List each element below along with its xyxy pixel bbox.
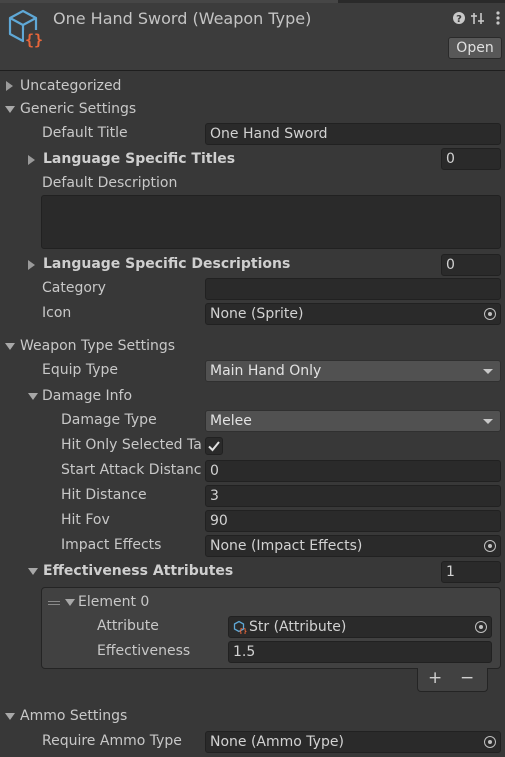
default-description-textarea[interactable] xyxy=(41,195,501,249)
hit-fov-label: Hit Fov xyxy=(61,512,110,528)
icon-object-value: None (Sprite) xyxy=(210,306,304,322)
section-uncategorized[interactable]: Uncategorized xyxy=(20,78,121,94)
svg-text:?: ? xyxy=(456,14,462,25)
language-specific-descriptions-label[interactable]: Language Specific Descriptions xyxy=(43,256,290,272)
category-label: Category xyxy=(42,280,106,296)
open-button[interactable]: Open xyxy=(448,37,502,59)
icon-label: Icon xyxy=(42,305,72,321)
equip-type-value: Main Hand Only xyxy=(210,363,322,379)
effectiveness-attributes-label[interactable]: Effectiveness Attributes xyxy=(43,563,233,579)
start-attack-distance-label: Start Attack Distanc xyxy=(61,462,202,478)
object-picker-icon[interactable] xyxy=(484,308,496,320)
hit-only-selected-checkbox[interactable] xyxy=(205,437,223,455)
effectiveness-label: Effectiveness xyxy=(97,643,191,659)
equip-type-dropdown[interactable]: Main Hand Only xyxy=(205,360,501,382)
impact-effects-label: Impact Effects xyxy=(61,537,162,553)
hit-distance-input[interactable]: 3 xyxy=(205,485,501,507)
object-picker-icon[interactable] xyxy=(484,736,496,748)
scriptable-object-icon: {} xyxy=(8,9,44,48)
impact-effects-object-field[interactable]: None (Impact Effects) xyxy=(205,535,501,557)
foldout-expanded-icon[interactable] xyxy=(5,343,15,350)
attribute-label: Attribute xyxy=(97,618,159,634)
kebab-menu-icon[interactable] xyxy=(496,11,500,25)
remove-element-button[interactable]: − xyxy=(460,668,474,688)
damage-type-value: Melee xyxy=(210,413,252,429)
chevron-down-icon xyxy=(483,369,493,374)
hit-fov-input[interactable]: 90 xyxy=(205,510,501,532)
foldout-collapsed-icon[interactable] xyxy=(28,260,35,270)
help-icon[interactable]: ? xyxy=(453,12,465,25)
default-title-label: Default Title xyxy=(42,125,128,141)
object-picker-icon[interactable] xyxy=(475,621,487,633)
foldout-expanded-icon[interactable] xyxy=(28,568,38,575)
chevron-down-icon xyxy=(483,419,493,424)
object-picker-icon[interactable] xyxy=(484,540,496,552)
hit-distance-label: Hit Distance xyxy=(61,487,147,503)
require-ammo-type-value: None (Ammo Type) xyxy=(210,734,344,750)
scriptable-object-icon: {} xyxy=(233,620,247,634)
require-ammo-type-label: Require Ammo Type xyxy=(42,733,182,749)
foldout-collapsed-icon[interactable] xyxy=(28,155,35,165)
foldout-expanded-icon[interactable] xyxy=(5,713,15,720)
impact-effects-value: None (Impact Effects) xyxy=(210,538,363,554)
category-input[interactable] xyxy=(205,278,501,300)
attribute-value: Str (Attribute) xyxy=(249,619,347,635)
foldout-collapsed-icon[interactable] xyxy=(6,81,13,91)
foldout-expanded-icon[interactable] xyxy=(5,106,15,113)
header-icons: ? xyxy=(453,11,500,25)
damage-type-label: Damage Type xyxy=(61,412,157,428)
drag-handle-icon[interactable] xyxy=(48,601,60,606)
effectiveness-attributes-size[interactable]: 1 xyxy=(441,561,501,583)
icon-object-field[interactable]: None (Sprite) xyxy=(205,303,501,325)
tab-strip xyxy=(0,0,505,3)
hit-only-selected-label: Hit Only Selected Ta xyxy=(61,437,202,453)
section-ammo-settings[interactable]: Ammo Settings xyxy=(20,708,127,724)
section-damage-info[interactable]: Damage Info xyxy=(42,388,132,404)
section-weapon-type-settings[interactable]: Weapon Type Settings xyxy=(20,338,175,354)
start-attack-distance-input[interactable]: 0 xyxy=(205,460,501,482)
effectiveness-input[interactable]: 1.5 xyxy=(228,641,492,663)
checkmark-icon xyxy=(208,441,220,452)
language-specific-titles-size[interactable]: 0 xyxy=(441,148,501,170)
add-element-button[interactable]: + xyxy=(428,668,442,688)
preset-icon[interactable] xyxy=(471,13,484,24)
inspector-title: One Hand Sword (Weapon Type) xyxy=(53,9,312,28)
require-ammo-type-object-field[interactable]: None (Ammo Type) xyxy=(205,731,501,753)
attribute-object-field[interactable]: Str (Attribute) xyxy=(228,616,492,638)
equip-type-label: Equip Type xyxy=(42,362,118,378)
foldout-expanded-icon[interactable] xyxy=(65,599,75,606)
default-description-label: Default Description xyxy=(42,175,178,191)
language-specific-titles-label[interactable]: Language Specific Titles xyxy=(43,151,235,167)
svg-text:{}: {} xyxy=(25,31,43,48)
section-generic-settings[interactable]: Generic Settings xyxy=(20,101,136,117)
foldout-expanded-icon[interactable] xyxy=(28,393,38,400)
svg-text:{}: {} xyxy=(239,628,247,635)
inspector-header: {} One Hand Sword (Weapon Type) ? Open xyxy=(0,0,505,71)
damage-type-dropdown[interactable]: Melee xyxy=(205,410,501,432)
default-title-input[interactable]: One Hand Sword xyxy=(205,123,501,145)
element-0-label[interactable]: Element 0 xyxy=(78,594,149,610)
language-specific-descriptions-size[interactable]: 0 xyxy=(441,254,501,276)
